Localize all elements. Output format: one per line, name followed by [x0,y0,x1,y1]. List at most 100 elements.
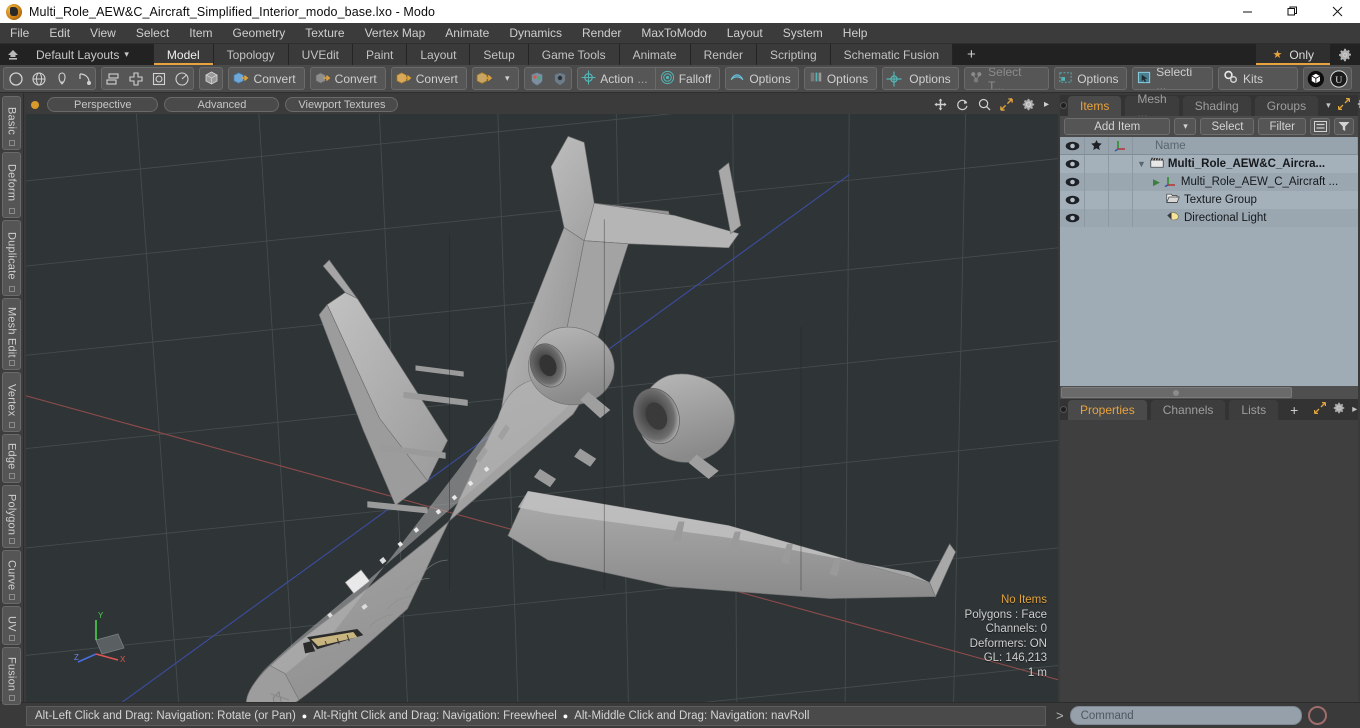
default-layouts-dropdown[interactable]: Default Layouts ▾ [26,44,139,65]
select-button[interactable]: Select [1200,118,1255,135]
circle-primitive-icon[interactable] [4,68,27,89]
row-axis-cell[interactable] [1109,173,1133,191]
add-item-dropdown-caret[interactable]: ▾ [1174,118,1197,135]
row-visibility-eye-icon[interactable] [1060,191,1085,209]
panel-menu-dot[interactable] [1060,399,1067,420]
table-row[interactable]: Directional Light [1060,209,1358,227]
viewport-textures-dropdown[interactable]: Viewport Textures [285,97,399,112]
tab-properties[interactable]: Properties [1067,399,1148,420]
tab-shading[interactable]: Shading [1181,95,1252,116]
menu-item-dynamics[interactable]: Dynamics [499,23,572,44]
viewport-perspective-dropdown[interactable]: Perspective [47,97,159,112]
chevron-right-icon[interactable]: ▸ [1352,404,1357,415]
vtab-duplicate[interactable]: Duplicate [2,220,21,296]
add-layout-tab-button[interactable]: + [953,44,990,65]
list-item[interactable]: Texture Group [1133,191,1358,209]
chevron-right-icon[interactable]: ▸ [1044,99,1049,110]
menu-item-maxtomodo[interactable]: MaxToModo [631,23,716,44]
rotate-icon[interactable] [956,98,969,111]
menu-item-system[interactable]: System [773,23,833,44]
tab-render[interactable]: Render [690,44,757,65]
cross-icon[interactable] [125,68,148,89]
vtab-fusion[interactable]: Fusion [2,647,21,705]
item-tree-horizontal-scrollbar[interactable] [1060,386,1358,399]
gear-icon[interactable] [1333,402,1345,417]
3d-viewport[interactable]: No Items Polygons : Face Channels: 0 Def… [26,114,1058,702]
filter-button[interactable]: Filter [1258,118,1306,135]
tab-groups[interactable]: Groups [1253,95,1320,116]
circle-outline-icon[interactable] [171,68,193,89]
vtab-uv[interactable]: UV [2,606,21,645]
tab-schematic-fusion[interactable]: Schematic Fusion [830,44,954,65]
menu-item-geometry[interactable]: Geometry [223,23,296,44]
row-pin-cell[interactable] [1085,173,1109,191]
sphere-primitive-icon[interactable] [27,68,50,89]
menu-item-item[interactable]: Item [179,23,222,44]
square-outline-icon[interactable] [148,68,171,89]
vtab-edge[interactable]: Edge [2,434,21,483]
tab-paint[interactable]: Paint [353,44,408,65]
menu-item-edit[interactable]: Edit [39,23,80,44]
expand-icon[interactable] [1337,97,1350,113]
tab-lists[interactable]: Lists [1228,399,1280,420]
selection-button[interactable]: Selecti ... [1133,68,1212,89]
command-input[interactable]: Command [1069,706,1302,725]
expand-icon[interactable] [1314,401,1327,417]
add-properties-tab-button[interactable]: + [1281,399,1307,420]
tab-scripting[interactable]: Scripting [756,44,831,65]
tab-mesh[interactable]: Mesh ... [1124,92,1180,120]
tab-uvedit[interactable]: UVEdit [288,44,354,65]
table-row[interactable]: Texture Group [1060,191,1358,209]
select-through-button[interactable]: Select T... [965,68,1047,89]
row-pin-cell[interactable] [1085,191,1109,209]
list-item[interactable]: ▶ Multi_Role_AEW_C_Aircraft ... [1133,173,1358,191]
row-axis-cell[interactable] [1109,191,1133,209]
row-visibility-eye-icon[interactable] [1060,155,1085,173]
tab-channels[interactable]: Channels [1149,399,1227,420]
row-visibility-eye-icon[interactable] [1060,173,1085,191]
falloff-button[interactable]: Falloff [656,68,719,89]
panel-menu-dot[interactable] [1060,95,1067,116]
shield-dark-icon[interactable] [548,68,570,89]
eye-icon[interactable] [1060,137,1085,154]
menu-item-file[interactable]: File [0,23,39,44]
close-button[interactable] [1315,0,1360,23]
convert-button-3[interactable]: Convert [392,68,466,89]
home-up-icon[interactable] [0,44,26,65]
chevron-down-icon[interactable]: ▾ [496,68,518,89]
viewport-shading-dropdown[interactable]: Advanced [164,97,280,112]
row-pin-cell[interactable] [1085,209,1109,227]
table-row[interactable]: ▶ Multi_Role_AEW_C_Aircraft ... [1060,173,1358,191]
workplane-options-button[interactable]: Options [906,68,958,89]
fit-icon[interactable] [1000,98,1013,111]
action-center-button[interactable]: Action ... [578,68,655,89]
tab-setup[interactable]: Setup [470,44,529,65]
minimize-button[interactable] [1225,0,1270,23]
menu-item-select[interactable]: Select [126,23,179,44]
gear-icon[interactable] [1357,98,1360,113]
list-item[interactable]: Directional Light [1133,209,1358,227]
stack-icon[interactable] [102,68,125,89]
torus-knot-icon[interactable] [73,68,95,89]
menu-item-vertex-map[interactable]: Vertex Map [355,23,436,44]
zoom-icon[interactable] [978,98,991,111]
properties-content-area[interactable] [1060,420,1358,702]
convert-button-4[interactable] [473,68,496,89]
kits-button[interactable]: Kits [1219,68,1296,89]
list-item[interactable]: ▼ Multi_Role_AEW&C_Aircra... [1133,155,1358,173]
vtab-mesh-edit[interactable]: Mesh Edit [2,298,21,370]
symmetry-options-button[interactable]: Options [726,68,798,89]
vtab-curve[interactable]: Curve [2,550,21,604]
menu-item-help[interactable]: Help [833,23,878,44]
menu-item-texture[interactable]: Texture [295,23,354,44]
chevron-down-icon[interactable]: ▾ [1326,100,1331,111]
pin-icon[interactable] [1085,137,1109,154]
row-axis-cell[interactable] [1109,155,1133,173]
menu-item-view[interactable]: View [80,23,126,44]
cube-icon[interactable] [200,68,223,89]
tab-layout[interactable]: Layout [407,44,471,65]
row-pin-cell[interactable] [1085,155,1109,173]
unity-icon[interactable] [1304,68,1328,89]
workplane-icon[interactable] [883,68,906,89]
snap-options-button[interactable]: Options [805,68,875,89]
